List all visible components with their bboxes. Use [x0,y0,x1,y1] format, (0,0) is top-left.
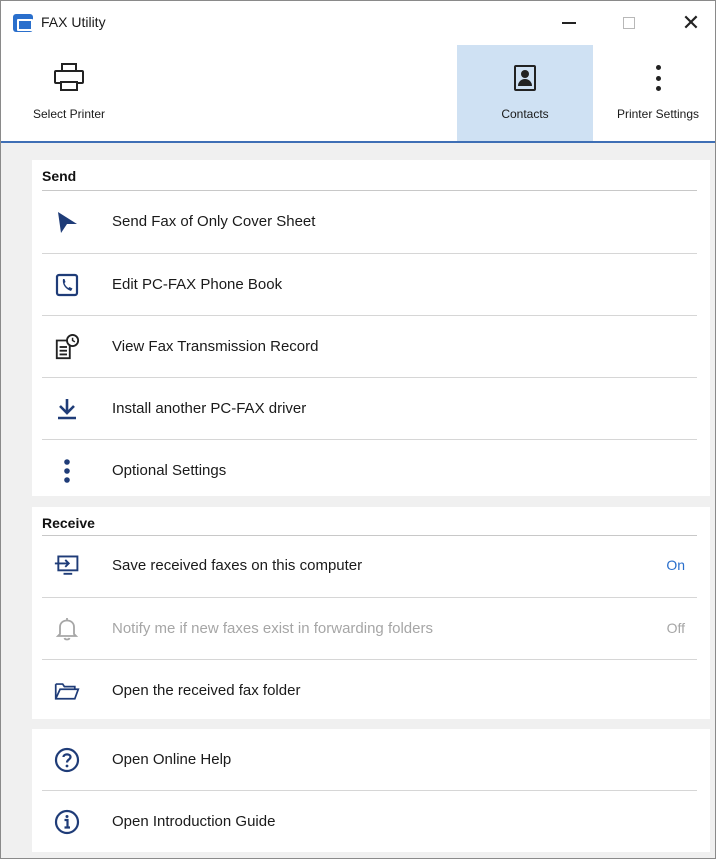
toolbar: Select Printer Contacts Printer Settings [1,45,715,141]
contacts-label: Contacts [501,107,549,121]
edit-phone-book-label: Edit PC-FAX Phone Book [112,276,283,293]
send-cover-sheet-label: Send Fax of Only Cover Sheet [112,213,316,230]
select-printer-button[interactable]: Select Printer [11,45,127,141]
contact-card-icon [510,63,540,93]
close-button[interactable]: ✕ [663,1,715,45]
save-faxes-status: On [666,557,685,573]
phone-book-icon [54,272,80,298]
help-panel: Open Online Help Open Introduction Guide [32,729,710,852]
open-intro-guide-label: Open Introduction Guide [112,813,276,830]
open-fax-folder-label: Open the received fax folder [112,682,301,699]
view-transmission-record-label: View Fax Transmission Record [112,338,319,355]
save-faxes-item[interactable]: Save received faxes on this computer On [42,535,697,597]
window-title: FAX Utility [41,14,106,30]
notify-forwarding-item: Notify me if new faxes exist in forwardi… [42,598,697,660]
bell-icon [54,616,80,642]
install-driver-label: Install another PC-FAX driver [112,400,307,417]
open-fax-folder-item[interactable]: Open the received fax folder [42,660,697,722]
printer-settings-label: Printer Settings [616,107,700,121]
info-circle-icon [54,809,80,835]
computer-save-icon [54,553,80,579]
title-bar: FAX Utility ✕ [1,1,715,45]
close-icon: ✕ [681,10,701,35]
vertical-dots-icon [643,65,673,91]
printer-icon [54,63,84,93]
select-printer-label: Select Printer [32,107,106,121]
question-circle-icon [54,747,80,773]
minimize-button[interactable] [541,1,597,45]
printer-settings-button[interactable]: Printer Settings [601,45,715,141]
minimize-icon [562,22,576,24]
optional-settings-item[interactable]: Optional Settings [42,440,697,502]
install-driver-item[interactable]: Install another PC-FAX driver [42,378,697,440]
notify-forwarding-status: Off [666,620,685,636]
maximize-icon [623,17,635,29]
content-area: Send Send Fax of Only Cover Sheet Edit P… [1,143,715,858]
send-arrow-icon [54,209,80,235]
vertical-dots-icon [54,458,80,484]
document-clock-icon [54,334,80,360]
receive-heading: Receive [42,515,95,531]
download-install-icon [54,396,80,422]
fax-app-icon [13,14,33,32]
edit-phone-book-item[interactable]: Edit PC-FAX Phone Book [42,254,697,316]
open-online-help-label: Open Online Help [112,751,232,768]
optional-settings-label: Optional Settings [112,462,227,479]
send-panel: Send Send Fax of Only Cover Sheet Edit P… [32,160,710,496]
open-online-help-item[interactable]: Open Online Help [42,729,697,791]
open-folder-icon [54,678,80,704]
notify-forwarding-label: Notify me if new faxes exist in forwardi… [112,620,433,637]
save-faxes-label: Save received faxes on this computer [112,557,363,574]
fax-utility-window: FAX Utility ✕ Select Printer Contacts Pr… [0,0,716,859]
receive-panel: Receive Save received faxes on this comp… [32,507,710,719]
send-heading: Send [42,168,77,184]
send-cover-sheet-item[interactable]: Send Fax of Only Cover Sheet [42,191,697,253]
contacts-button[interactable]: Contacts [457,45,593,141]
open-intro-guide-item[interactable]: Open Introduction Guide [42,791,697,853]
view-transmission-record-item[interactable]: View Fax Transmission Record [42,316,697,378]
maximize-button[interactable] [601,1,657,45]
